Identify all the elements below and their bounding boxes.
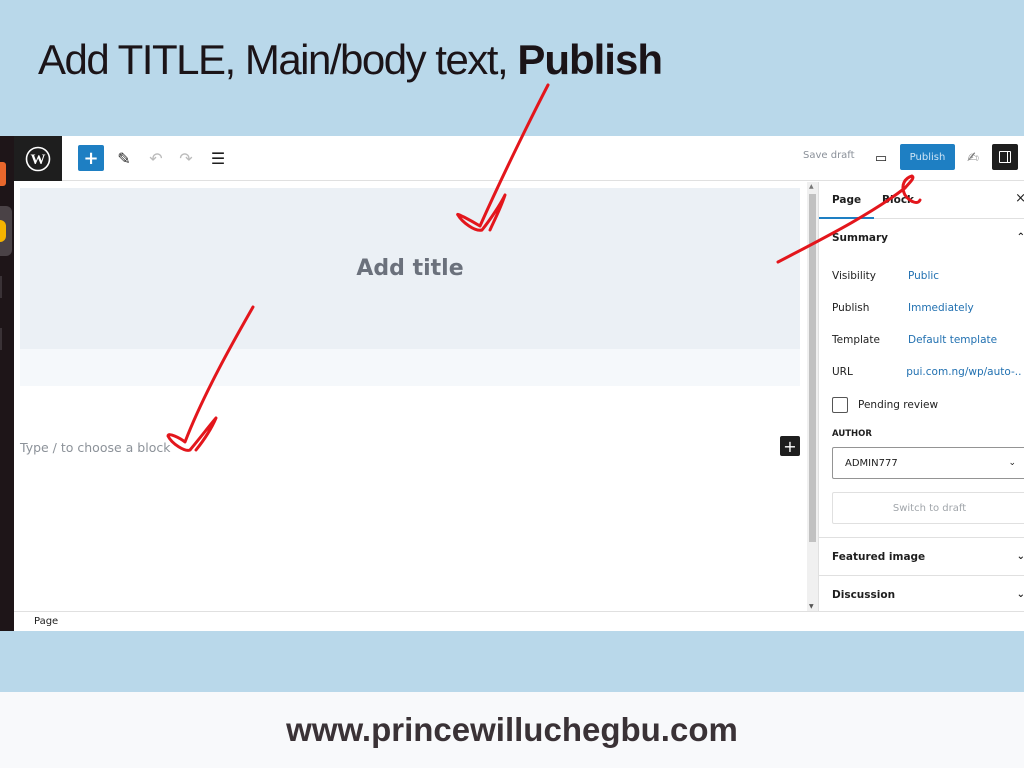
visibility-link[interactable]: Public (908, 270, 939, 282)
publish-date-link[interactable]: Immediately (908, 302, 974, 314)
dock-browser-icon[interactable] (0, 206, 12, 256)
svg-text:W: W (31, 152, 46, 168)
editor-canvas: Add title Type / to choose a block + (14, 182, 807, 611)
preview-laptop-icon[interactable]: ▭ (870, 145, 892, 171)
visibility-row: Visibility Public (832, 270, 1022, 282)
chevron-down-icon: ⌄ (1008, 458, 1016, 468)
scroll-down-icon[interactable]: ▼ (809, 603, 814, 610)
undo-icon[interactable]: ↶ (146, 145, 166, 171)
breadcrumb-page[interactable]: Page (34, 616, 58, 627)
panel-label: Discussion (832, 588, 896, 601)
sidebar-icon (999, 151, 1011, 163)
featured-image-panel[interactable]: Featured image ⌄ (819, 537, 1024, 575)
close-icon[interactable]: × (1015, 191, 1024, 206)
wordpress-logo-icon[interactable]: W (14, 136, 62, 181)
publish-row: Publish Immediately (832, 302, 1022, 314)
redo-icon[interactable]: ↷ (176, 145, 196, 171)
title-placeholder: Add title (356, 256, 464, 281)
scroll-up-icon[interactable]: ▲ (809, 183, 814, 190)
tab-block[interactable]: Block (882, 194, 914, 206)
url-link[interactable]: pui.com.ng/wp/auto-... (906, 366, 1022, 378)
row-label: Visibility (832, 270, 877, 282)
title-subarea (20, 349, 800, 386)
summary-label: Summary (832, 232, 889, 244)
headline-bold: Publish (517, 36, 663, 83)
scrollbar-thumb[interactable] (809, 194, 816, 542)
add-block-button[interactable]: + (780, 436, 800, 456)
panel-label: Featured image (832, 550, 926, 563)
author-label: AUTHOR (832, 429, 872, 439)
tab-page[interactable]: Page (818, 194, 875, 219)
dock-app-icon[interactable] (0, 276, 2, 298)
row-label: URL (832, 366, 853, 378)
author-value: ADMIN777 (845, 457, 898, 469)
editor-toolbar: + ✎ ↶ ↷ ☰ Save draft ▭ Publish ✍ (62, 136, 1024, 181)
website-url: www.princewilluchegbu.com (286, 711, 738, 748)
document-overview-icon[interactable]: ☰ (208, 145, 228, 171)
title-field[interactable]: Add title (20, 188, 800, 349)
pending-review-checkbox[interactable]: Pending review (832, 397, 938, 413)
editor-mode-icon[interactable]: ✍ (962, 145, 984, 171)
block-placeholder[interactable]: Type / to choose a block (20, 440, 170, 455)
chevron-down-icon: ⌄ (1016, 551, 1024, 562)
url-row: URL pui.com.ng/wp/auto-... (832, 366, 1022, 378)
edit-pencil-icon[interactable]: ✎ (114, 145, 134, 171)
sidebar-tabs: Page Block × (818, 182, 1024, 219)
template-row: Template Default template (832, 334, 1022, 346)
chevron-down-icon: ⌄ (1016, 589, 1024, 600)
dock-app-icon[interactable] (0, 162, 6, 186)
headline: Add TITLE, Main/body text, Publish (38, 36, 663, 84)
headline-regular: Add TITLE, Main/body text, (38, 36, 518, 83)
block-inserter-button[interactable]: + (78, 145, 104, 171)
chevron-up-icon: ⌃ (1016, 232, 1024, 243)
settings-sidebar: Page Block × Summary ⌃ Visibility Public … (818, 182, 1024, 611)
author-select[interactable]: ADMIN777 ⌄ (832, 447, 1024, 479)
publish-button[interactable]: Publish (900, 144, 955, 170)
settings-panel-toggle[interactable] (992, 144, 1018, 170)
summary-panel-header[interactable]: Summary ⌃ (832, 232, 1024, 244)
row-label: Publish (832, 302, 870, 314)
template-link[interactable]: Default template (908, 334, 997, 346)
switch-to-draft-button[interactable]: Switch to draft (832, 492, 1024, 524)
discussion-panel[interactable]: Discussion ⌄ (819, 575, 1024, 613)
save-draft-button[interactable]: Save draft (803, 150, 855, 161)
dock-app-icon[interactable] (0, 328, 2, 350)
website-banner: www.princewilluchegbu.com (0, 692, 1024, 768)
checkbox[interactable] (832, 397, 848, 413)
canvas-scrollbar[interactable]: ▲ ▼ (807, 182, 818, 611)
editor-screen: W + ✎ ↶ ↷ ☰ Save draft ▭ Publish ✍ Add t… (0, 136, 1024, 631)
pending-review-label: Pending review (858, 399, 939, 411)
breadcrumb: Page (14, 611, 1024, 631)
os-dock (0, 136, 14, 631)
row-label: Template (832, 334, 880, 346)
